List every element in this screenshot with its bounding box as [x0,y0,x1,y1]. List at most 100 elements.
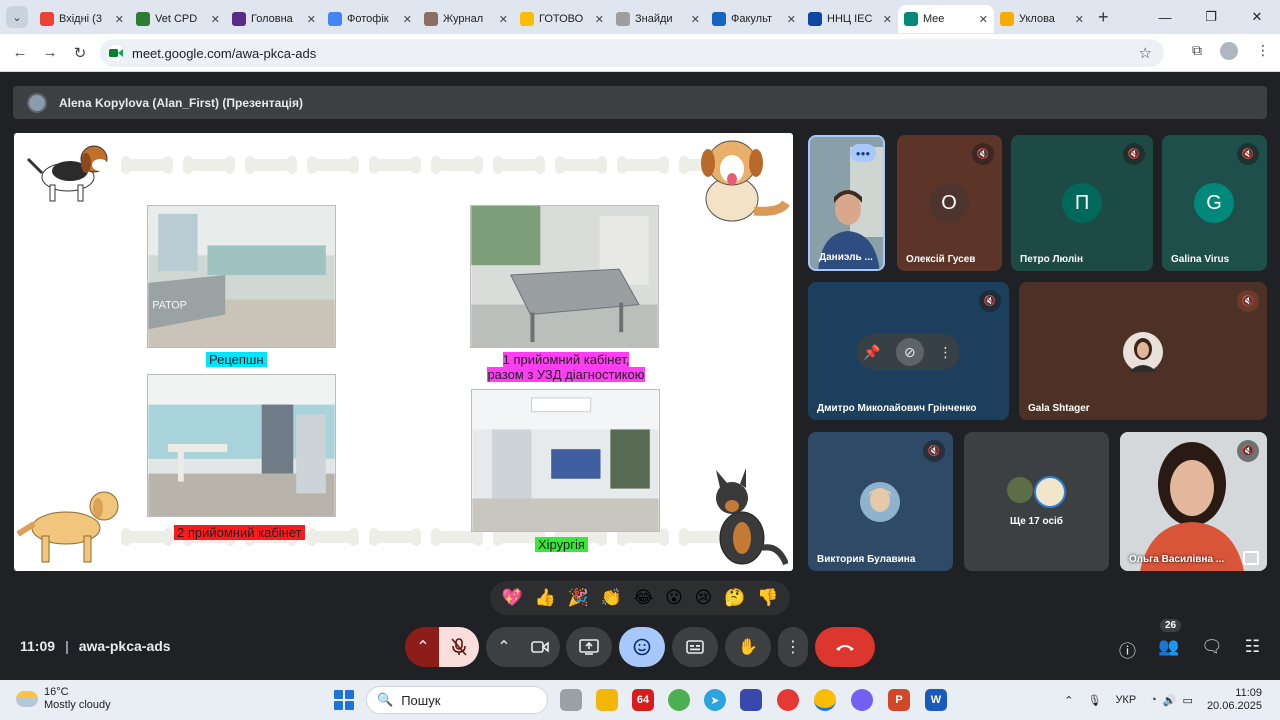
saint-bernard-illustration [701,140,790,222]
minimize-button[interactable]: — [1142,0,1188,34]
participant-tile-dmytro[interactable]: 🔇 📌 ⊘ ⋮ Дмитро Миколайович Грінченко [808,282,1009,420]
close-window-button[interactable]: ✕ [1234,0,1280,34]
tab-close-icon[interactable]: ✕ [115,13,124,26]
save-app-icon[interactable] [740,689,762,711]
extensions-icon[interactable]: ⧉ [1192,42,1202,60]
tab-close-icon[interactable]: ✕ [787,13,796,26]
reaction-emoji-button[interactable]: 👏 [601,588,622,608]
reaction-emoji-button[interactable]: 👍 [535,588,556,608]
video-options-button[interactable]: ⌃ [486,627,522,667]
new-tab-button[interactable]: + [1098,7,1109,28]
tab-title: Головна [251,13,293,25]
browser-menu-icon[interactable]: ⋮ [1256,42,1270,60]
reaction-emoji-button[interactable]: 🤔 [724,588,745,608]
system-clock[interactable]: 11:09 20.06.2025 [1207,687,1262,713]
participant-tile-oleksii[interactable]: 🔇 О Олексій Гусев [897,135,1002,271]
more-options-button[interactable]: ⋮ [778,627,808,667]
captions-button[interactable] [672,627,718,667]
participant-tile-olga[interactable]: 🔇 Ольга Василівна ... [1120,432,1267,571]
picture-in-picture-icon[interactable] [1243,551,1259,565]
wifi-icon[interactable]: ◔ [1150,694,1157,706]
tab-search-button[interactable]: ⌄ [6,6,28,28]
tab-close-icon[interactable]: ✕ [403,13,412,26]
tab-close-icon[interactable]: ✕ [211,13,220,26]
tab-close-icon[interactable]: ✕ [883,13,892,26]
reaction-emoji-button[interactable]: 🎉 [568,588,589,608]
reactions-button[interactable] [619,627,665,667]
tab-close-icon[interactable]: ✕ [307,13,316,26]
participant-tile-others[interactable]: Ще 17 осіб [964,432,1109,571]
participant-tile-daniel[interactable]: ●●● Даниэль ... [808,135,885,271]
participant-tile-gala[interactable]: 🔇 Gala Shtager [1019,282,1267,420]
more-options-icon[interactable]: ⋮ [939,344,953,361]
maximize-button[interactable]: ❐ [1188,0,1234,34]
remove-from-view-icon[interactable]: ⊘ [895,338,924,366]
profile-avatar[interactable] [1220,42,1238,60]
tab-favicon-icon [904,12,918,26]
browser-tab[interactable]: Вхідні (3 ✕ [34,5,130,33]
browser-tab[interactable]: Факульт ✕ [706,5,802,33]
participant-tile-petro[interactable]: 🔇 П Петро Люлін [1011,135,1153,271]
chat-icon[interactable]: 🗨 [1201,637,1223,662]
taskbar-search-box[interactable]: 🔍 Пошук [366,686,548,714]
activities-icon[interactable]: ☷ [1245,637,1260,662]
word-icon[interactable]: W [925,689,947,711]
meet-stage: Alena Kopylova (Alan_First) (Презентація… [0,72,1280,680]
reaction-emoji-button[interactable]: 😂 [633,588,653,608]
browser-tab[interactable]: ГОТОВО ✕ [514,5,610,33]
audio-options-button[interactable]: ⌃ [405,627,441,667]
raise-hand-button[interactable]: ✋ [725,627,771,667]
back-button[interactable]: ← [5,44,35,61]
torrent-app-icon[interactable] [668,689,690,711]
file-explorer-icon[interactable] [596,689,618,711]
camera-toggle-button[interactable] [520,627,560,667]
tray-overflow-icon[interactable]: ⌃ [1064,694,1073,707]
windows-start-icon[interactable] [334,690,354,710]
browser-tab[interactable]: Mee ✕ [898,5,994,33]
browser-tab[interactable]: Знайди ✕ [610,5,706,33]
language-indicator[interactable]: УКР [1115,694,1136,706]
browser-tab[interactable]: Журнал ✕ [418,5,514,33]
reload-button[interactable]: ↻ [65,44,95,62]
golden-retriever-illustration [16,491,119,563]
tab-close-icon[interactable]: ✕ [979,13,988,26]
powerpoint-icon[interactable]: P [888,689,910,711]
others-avatar-1 [1006,476,1034,504]
battery-icon[interactable]: ▭ [1183,694,1193,707]
volume-icon[interactable]: 🔊 [1163,694,1177,707]
browser-tab[interactable]: Фотофік ✕ [322,5,418,33]
meeting-details-icon[interactable]: ⓘ [1119,637,1136,662]
tab-close-icon[interactable]: ✕ [595,13,604,26]
telegram-icon[interactable]: ➤ [704,689,726,711]
microphone-tray-icon[interactable]: 🎙 [1087,694,1101,707]
participant-tile-victoria[interactable]: 🔇 Виктория Булавина [808,432,953,571]
mic-toggle-button[interactable] [439,627,479,667]
forward-button[interactable]: → [35,44,65,61]
pin-icon[interactable]: 📌 [863,344,880,361]
browser-tab[interactable]: ННЦ ІЕС ✕ [802,5,898,33]
viber-icon[interactable] [851,689,873,711]
tab-close-icon[interactable]: ✕ [1075,13,1084,26]
present-screen-button[interactable] [566,627,612,667]
task-view-icon[interactable] [560,689,582,711]
reaction-emoji-button[interactable]: 💖 [502,588,523,608]
browser-tab[interactable]: Головна ✕ [226,5,322,33]
browser-tab[interactable]: Уклова ✕ [994,5,1090,33]
reaction-emoji-button[interactable]: 😢 [695,588,713,608]
leave-call-button[interactable] [815,627,875,667]
participant-tile-galina[interactable]: 🔇 G Galina Virus [1162,135,1267,271]
weather-widget[interactable]: 16°C Mostly cloudy [16,686,111,712]
reaction-emoji-button[interactable]: 👎 [757,588,778,608]
tab-close-icon[interactable]: ✕ [691,13,700,26]
doberman-illustration [716,468,788,566]
chrome-icon-active[interactable] [814,689,836,711]
reaction-emoji-button[interactable]: 😮 [665,588,683,608]
chrome-icon-1[interactable] [777,689,799,711]
app-64-icon[interactable]: 64 [632,689,654,711]
bookmark-star-icon[interactable]: ☆ [1139,44,1152,62]
tab-favicon-icon [712,12,726,26]
tab-close-icon[interactable]: ✕ [499,13,508,26]
url-input[interactable]: meet.google.com/awa-pkca-ads ☆ [100,39,1164,67]
browser-tab[interactable]: Vet CPD ✕ [130,5,226,33]
people-icon[interactable]: 👥 26 [1158,619,1182,662]
